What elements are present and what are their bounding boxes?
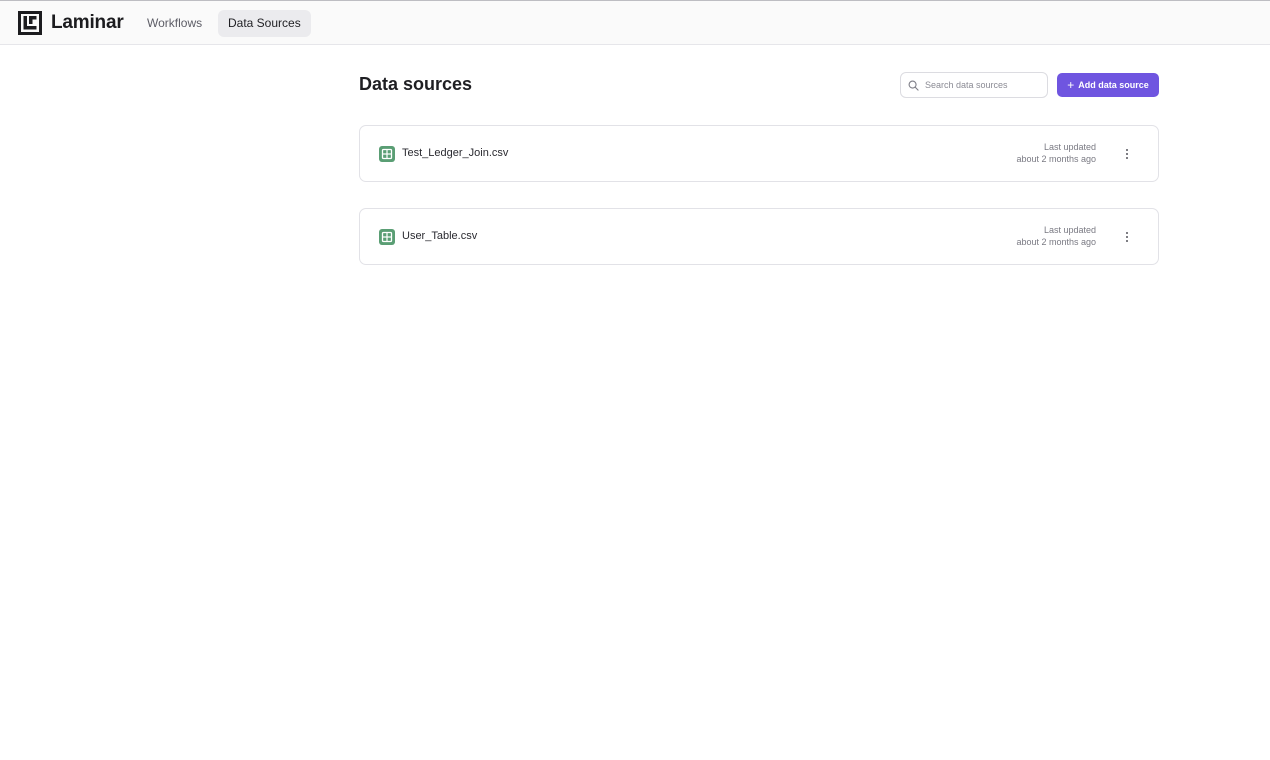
tab-workflows[interactable]: Workflows bbox=[137, 10, 212, 37]
data-source-name: User_Table.csv bbox=[402, 230, 478, 242]
top-navigation-bar: Laminar Workflows Data Sources bbox=[0, 0, 1270, 45]
more-options-icon[interactable] bbox=[1120, 228, 1134, 246]
data-source-card[interactable]: User_Table.csv Last updated about 2 mont… bbox=[359, 208, 1159, 265]
search-icon bbox=[908, 80, 919, 91]
app-logo[interactable]: Laminar bbox=[18, 11, 124, 35]
tab-data-sources[interactable]: Data Sources bbox=[218, 10, 311, 37]
spreadsheet-icon bbox=[379, 146, 395, 162]
add-data-source-button[interactable]: + Add data source bbox=[1057, 73, 1159, 97]
add-data-source-label: Add data source bbox=[1078, 80, 1149, 90]
spreadsheet-icon bbox=[379, 229, 395, 245]
last-updated-label: Last updated bbox=[1043, 142, 1096, 152]
app-name: Laminar bbox=[51, 12, 124, 33]
last-updated-value: about 2 months ago bbox=[1016, 237, 1096, 247]
search-box[interactable] bbox=[900, 72, 1048, 98]
search-input[interactable] bbox=[925, 73, 1045, 97]
plus-icon: + bbox=[1067, 78, 1075, 92]
last-updated: Last updated about 2 months ago bbox=[1016, 141, 1096, 165]
last-updated-value: about 2 months ago bbox=[1016, 154, 1096, 164]
laminar-logo-icon bbox=[18, 11, 42, 35]
last-updated-label: Last updated bbox=[1043, 225, 1096, 235]
data-source-card[interactable]: Test_Ledger_Join.csv Last updated about … bbox=[359, 125, 1159, 182]
page-title: Data sources bbox=[359, 74, 473, 94]
more-options-icon[interactable] bbox=[1120, 145, 1134, 163]
last-updated: Last updated about 2 months ago bbox=[1016, 224, 1096, 248]
data-source-name: Test_Ledger_Join.csv bbox=[402, 147, 509, 159]
